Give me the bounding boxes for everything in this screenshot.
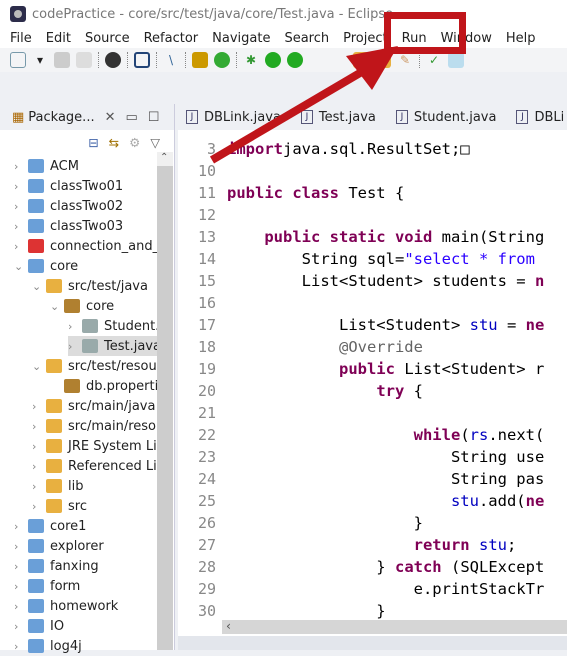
arrow-shaft (209, 66, 368, 164)
arrow-head (346, 46, 398, 90)
annotation-arrow (209, 46, 398, 164)
